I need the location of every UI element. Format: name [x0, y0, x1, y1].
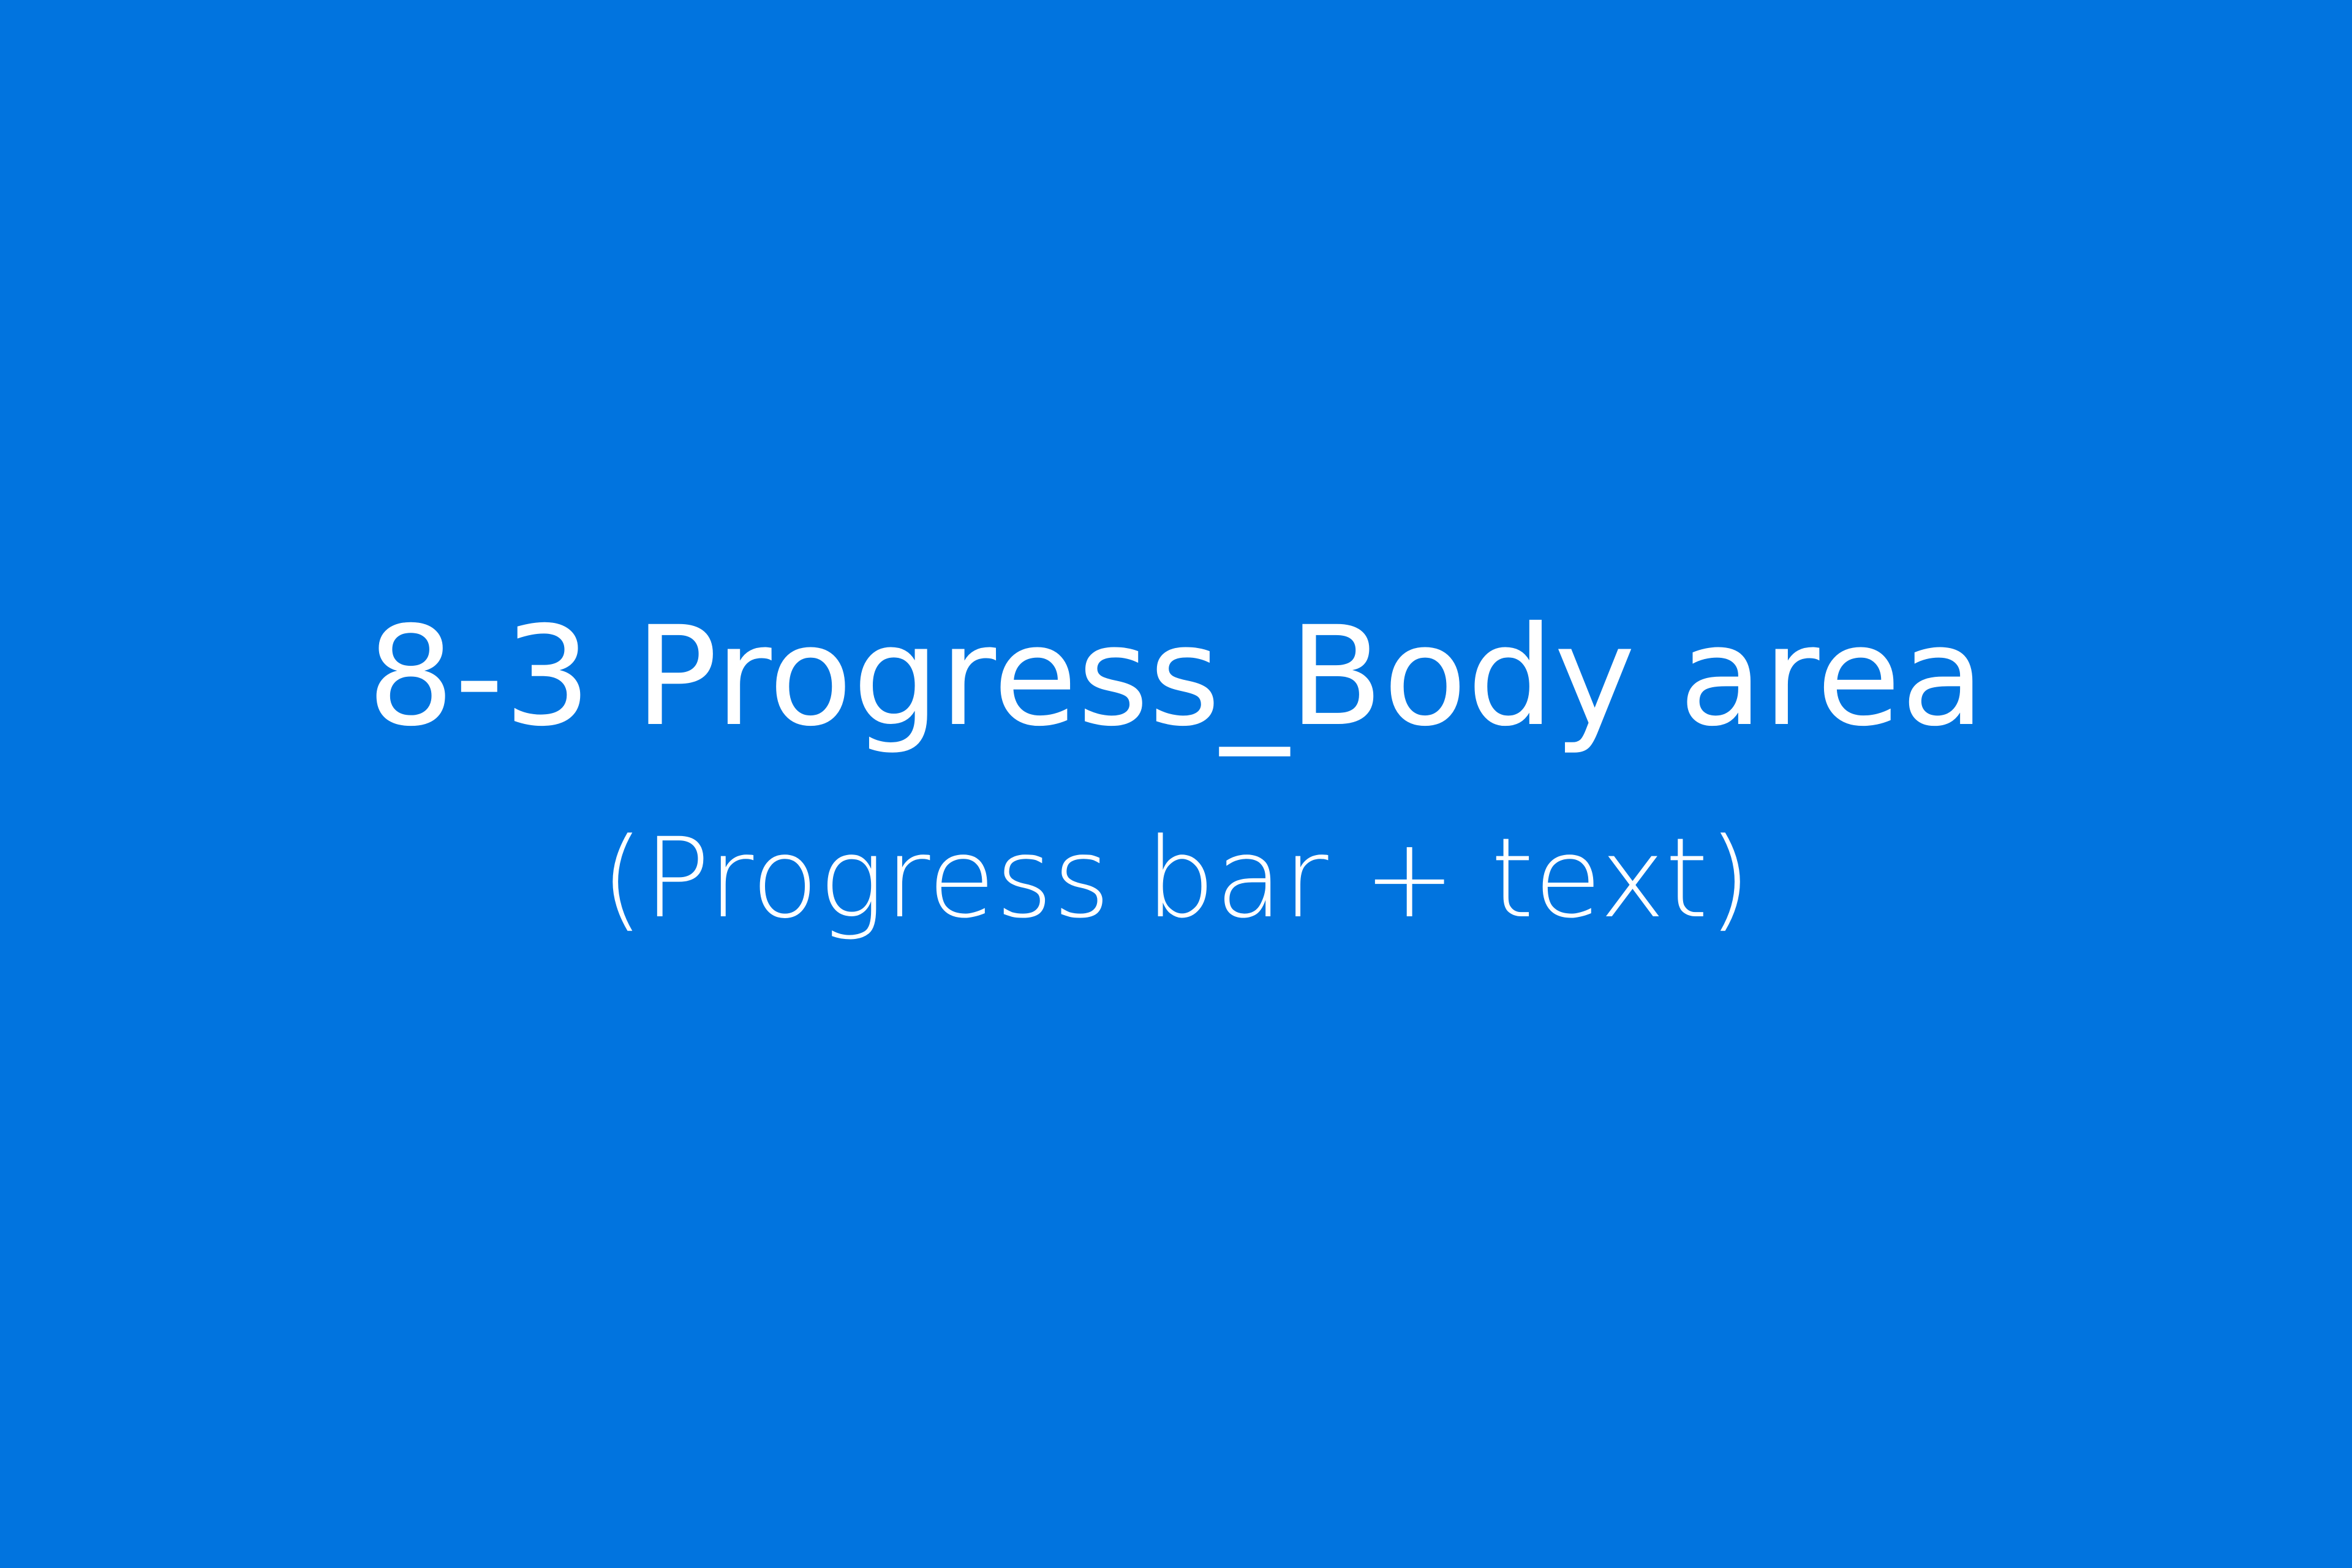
- slide-title: 8-3 Progress_Body area: [367, 597, 1985, 756]
- slide-subtitle: (Progress bar + text): [600, 815, 1752, 943]
- title-slide: 8-3 Progress_Body area (Progress bar + t…: [0, 0, 2352, 1568]
